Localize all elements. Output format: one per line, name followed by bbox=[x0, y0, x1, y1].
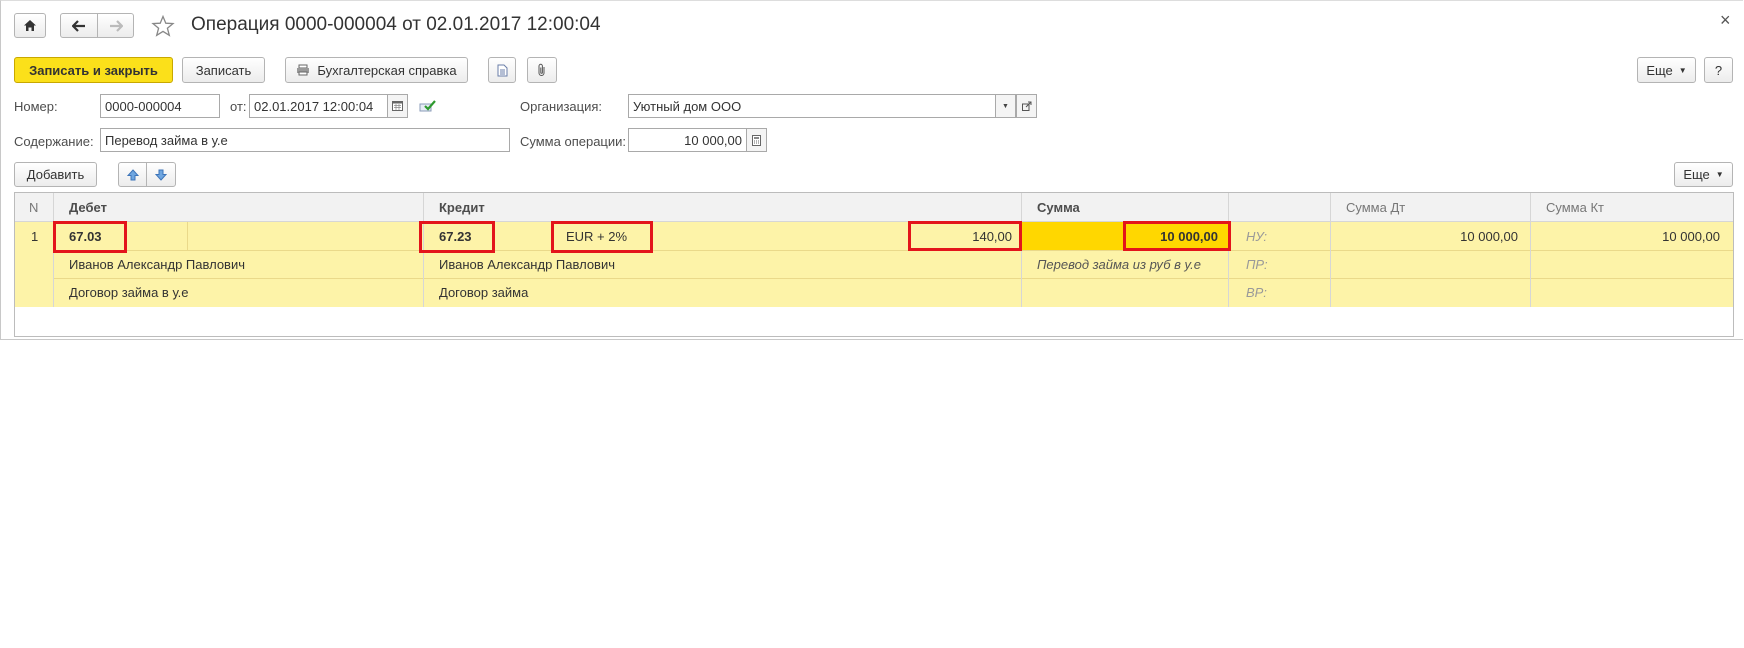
more-button[interactable]: Еще ▼ bbox=[1637, 57, 1696, 83]
forward-button[interactable] bbox=[97, 13, 134, 38]
arrow-down-icon bbox=[155, 169, 167, 181]
table-more-button[interactable]: Еще ▼ bbox=[1674, 162, 1733, 187]
organization-label: Организация: bbox=[520, 99, 603, 114]
highlight-debit-account bbox=[53, 221, 127, 253]
column-header-n[interactable]: N bbox=[15, 193, 53, 222]
number-label: Номер: bbox=[14, 99, 58, 114]
operation-sum-field[interactable]: 10 000,00 bbox=[628, 128, 747, 152]
back-button[interactable] bbox=[60, 13, 98, 38]
column-divider bbox=[187, 222, 188, 250]
debit-subconto-1[interactable]: Иванов Александр Павлович bbox=[69, 257, 245, 272]
content-label: Содержание: bbox=[14, 134, 94, 149]
arrow-left-icon bbox=[72, 19, 85, 32]
highlight-credit-currency bbox=[551, 221, 653, 253]
home-button[interactable] bbox=[14, 13, 46, 38]
organization-open-button[interactable] bbox=[1016, 94, 1037, 118]
column-header-spacer bbox=[1228, 193, 1330, 222]
column-header-credit[interactable]: Кредит bbox=[423, 193, 1021, 222]
date-label: от: bbox=[230, 99, 247, 114]
entry-comment[interactable]: Перевод займа из руб в у.е bbox=[1037, 257, 1201, 272]
posted-check-icon bbox=[419, 100, 436, 112]
credit-subconto-1[interactable]: Иванов Александр Павлович bbox=[439, 257, 615, 272]
sum-dt-value[interactable]: 10 000,00 bbox=[1330, 229, 1518, 244]
column-divider bbox=[1330, 193, 1331, 307]
accounting-report-button[interactable]: Бухгалтерская справка bbox=[285, 57, 468, 83]
arrow-right-icon bbox=[109, 19, 123, 32]
document-icon bbox=[497, 64, 507, 76]
add-row-button[interactable]: Добавить bbox=[14, 162, 97, 187]
row-separator bbox=[53, 250, 1733, 251]
permanent-diff-label: ПР: bbox=[1246, 257, 1268, 272]
paperclip-icon bbox=[538, 63, 545, 76]
highlight-currency-amount bbox=[908, 221, 1022, 251]
column-header-sum[interactable]: Сумма bbox=[1021, 193, 1228, 222]
home-icon bbox=[24, 20, 36, 31]
move-down-button[interactable] bbox=[146, 162, 176, 187]
accounting-report-label: Бухгалтерская справка bbox=[317, 62, 457, 78]
row-separator bbox=[53, 278, 1733, 279]
entries-table: N Дебет Кредит Сумма Сумма Дт Сумма Кт 1… bbox=[14, 192, 1734, 337]
date-field[interactable]: 02.01.2017 12:00:04 bbox=[249, 94, 389, 118]
calculator-icon bbox=[752, 134, 761, 146]
help-button[interactable]: ? bbox=[1704, 57, 1733, 83]
open-link-icon bbox=[1021, 101, 1031, 111]
column-header-sum-kt[interactable]: Сумма Кт bbox=[1530, 193, 1733, 222]
document-button[interactable] bbox=[488, 57, 516, 83]
save-button[interactable]: Записать bbox=[182, 57, 265, 83]
calendar-icon bbox=[392, 101, 403, 111]
row-number: 1 bbox=[31, 229, 39, 244]
close-icon[interactable]: × bbox=[1720, 10, 1731, 31]
printer-icon bbox=[297, 64, 310, 76]
save-and-close-button[interactable]: Записать и закрыть bbox=[14, 57, 173, 83]
highlight-credit-account bbox=[419, 221, 495, 253]
number-field[interactable]: 0000-000004 bbox=[100, 94, 220, 118]
column-divider bbox=[1530, 193, 1531, 307]
favorite-star-icon[interactable] bbox=[151, 15, 175, 37]
attach-button[interactable] bbox=[527, 57, 557, 83]
chevron-down-icon: ▼ bbox=[1678, 65, 1687, 75]
calculator-button[interactable] bbox=[746, 128, 767, 152]
highlight-entry-sum bbox=[1123, 221, 1231, 251]
more-label: Еще bbox=[1646, 62, 1673, 78]
operation-sum-label: Сумма операции: bbox=[520, 134, 626, 149]
chevron-down-icon: ▼ bbox=[1715, 170, 1724, 179]
temporary-diff-label: ВР: bbox=[1246, 285, 1267, 300]
chevron-down-icon: ▼ bbox=[1002, 102, 1009, 110]
credit-subconto-2[interactable]: Договор займа bbox=[439, 285, 528, 300]
calendar-button[interactable] bbox=[387, 94, 408, 118]
column-header-debit[interactable]: Дебет bbox=[53, 193, 423, 222]
organization-field[interactable]: Уютный дом ООО bbox=[628, 94, 997, 118]
column-header-sum-dt[interactable]: Сумма Дт bbox=[1330, 193, 1530, 222]
sum-kt-value[interactable]: 10 000,00 bbox=[1530, 229, 1720, 244]
page-title: Операция 0000-000004 от 02.01.2017 12:00… bbox=[191, 14, 601, 35]
tax-accounting-label: НУ: bbox=[1246, 229, 1268, 244]
content-field[interactable]: Перевод займа в у.е bbox=[100, 128, 510, 152]
arrow-up-icon bbox=[126, 168, 139, 180]
move-up-button[interactable] bbox=[118, 162, 147, 187]
table-more-label: Еще bbox=[1683, 167, 1710, 182]
organization-dropdown-button[interactable]: ▼ bbox=[995, 94, 1016, 118]
debit-subconto-2[interactable]: Договор займа в у.е bbox=[69, 285, 189, 300]
